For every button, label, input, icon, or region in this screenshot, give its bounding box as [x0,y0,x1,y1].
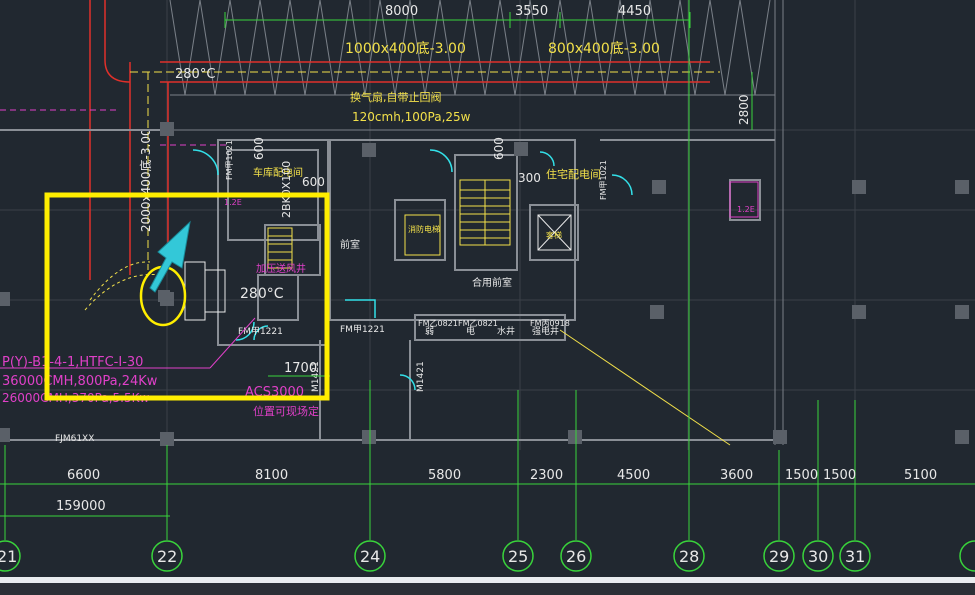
room-shared-front: 合用前室 [472,276,512,289]
axis-dim-6: 1500 [785,468,818,483]
door-fmc0918: FM丙0918 [530,319,570,328]
temp-label-top: 280°C [175,67,215,82]
bottom-status-strip [0,577,975,595]
vertical-duct-label: 2000x400底-3.00 [138,128,153,232]
door-fmz0821-b: FM乙0821 [458,319,498,328]
dim-1700: 1700 [284,361,317,376]
axis-label-26: 26 [566,547,586,566]
top-dim-4450: 4450 [618,4,651,19]
axis-dim-5: 3600 [720,468,753,483]
temp-label-mid: 280°C [240,286,284,302]
axis-label-21: 21 [0,547,17,566]
door-fmy102-a: FM甲1021 [225,140,234,180]
dim-2800: 2800 [737,94,751,125]
room-garage-switch: 车库配电间 [253,166,303,179]
axis-label-24: 24 [360,547,380,566]
dim-600-a: 600 [252,137,266,160]
fm-side-b: 1.2E [737,205,755,214]
elevator-label: 客梯 [546,230,562,240]
room-front-left: 前室 [340,238,360,251]
axis-dim-3: 2300 [530,468,563,483]
total-dim: 159000 [56,499,106,514]
axis-label-31: 31 [845,547,865,566]
axis-label-30: 30 [808,547,828,566]
door-fmy102-b: FM甲1021 [599,160,608,200]
top-dim-3550: 3550 [515,4,548,19]
dim-600-c: 600 [302,175,325,189]
axis-dim-2: 5800 [428,468,461,483]
axis-dim-4: 4500 [617,468,650,483]
axis-dim-8: 5100 [904,468,937,483]
cad-drawing-canvas: 8000 3550 4450 1000x400底-3.00 800x400底-3… [0,0,975,595]
door-fmy1221-b: FM甲1221 [340,324,385,335]
axis-label-28: 28 [679,547,699,566]
equip-line-1: P(Y)-B1-4-1,HTFC-I-30 [2,355,143,370]
fan-note-1: 换气扇,自带止回阀 [350,90,442,104]
fjm-label: FJM61XX [55,434,94,444]
duct-label-800x400: 800x400底-3.00 [548,41,660,57]
dim-600-b: 600 [492,137,506,160]
door-fmy1221-a: FM甲1221 [238,326,283,337]
axis-dim-7: 1500 [823,468,856,483]
top-dim-8000: 8000 [385,4,418,19]
dim-300: 300 [518,171,541,185]
axis-label-25: 25 [508,547,528,566]
fm-side-a: 1.2E [224,198,242,207]
door-m1421-a: M1421 [416,361,426,392]
equip-line-2: 36000CMH,800Pa,24Kw [2,374,158,389]
duct-label-1000x400: 1000x400底-3.00 [345,41,466,57]
fan-note-2: 120cmh,100Pa,25w [352,110,471,124]
fire-shaft-label: 加压送风井 [256,262,306,275]
axis-label-22: 22 [157,547,177,566]
shaft-label: 消防电梯 [408,224,440,234]
door-fmz0821-a: FM乙0821 [418,319,458,328]
axis-label-29: 29 [769,547,789,566]
room-residential-switch: 住宅配电间 [546,167,601,181]
water-shaft: 水井 [497,325,515,337]
duct-2bk-label: 2BK0X100 [280,161,293,218]
axis-dim-0: 6600 [67,468,100,483]
position-note: 位置可现场定 [253,404,319,418]
axis-dim-1: 8100 [255,468,288,483]
